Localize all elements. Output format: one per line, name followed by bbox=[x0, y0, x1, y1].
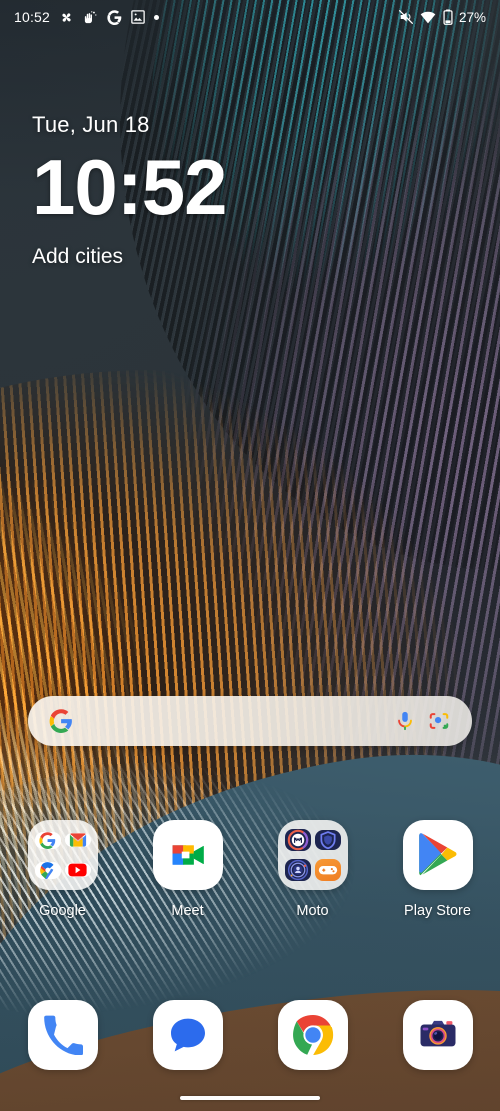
youtube-icon bbox=[64, 863, 91, 877]
app-folder-moto[interactable]: Moto bbox=[250, 820, 375, 919]
battery-percent-label: 27% bbox=[458, 9, 486, 25]
sparkle-hand-icon bbox=[83, 10, 98, 25]
microphone-icon[interactable] bbox=[388, 704, 422, 738]
folder-moto[interactable] bbox=[277, 820, 348, 890]
google-g-icon bbox=[44, 704, 78, 738]
dock bbox=[0, 1000, 500, 1070]
photo-icon bbox=[131, 10, 145, 24]
google-notification-icon bbox=[107, 9, 122, 25]
google-meet-icon[interactable] bbox=[152, 820, 223, 890]
add-cities-button[interactable]: Add cities bbox=[32, 245, 227, 269]
dock-app-phone[interactable] bbox=[0, 1000, 125, 1070]
chrome-icon[interactable] bbox=[277, 1000, 348, 1070]
status-bar-right: 27% bbox=[398, 9, 486, 25]
status-bar[interactable]: 10:52 27% bbox=[0, 0, 500, 34]
app-meet[interactable]: Meet bbox=[125, 820, 250, 919]
clock-widget[interactable]: Tue, Jun 18 10:52 Add cities bbox=[32, 112, 227, 269]
google-lens-icon[interactable] bbox=[422, 704, 456, 738]
volume-mute-icon bbox=[398, 9, 414, 25]
google-g-icon bbox=[34, 831, 61, 849]
app-grid: Google Meet Moto Play Store bbox=[0, 820, 500, 919]
folder-google[interactable] bbox=[27, 820, 98, 890]
google-search-bar[interactable] bbox=[28, 696, 472, 746]
app-label: Meet bbox=[171, 903, 204, 919]
gesture-bar[interactable] bbox=[180, 1096, 320, 1100]
camera-icon[interactable] bbox=[402, 1000, 473, 1070]
status-bar-clock: 10:52 bbox=[14, 9, 51, 25]
clock-widget-time: 10:52 bbox=[32, 143, 227, 231]
more-notifications-dot-icon bbox=[154, 14, 160, 20]
android-home-screen: 10:52 27% Tue, Jun 18 10:52 Add cities G… bbox=[0, 0, 500, 1111]
play-store-icon[interactable] bbox=[402, 820, 473, 890]
gmail-icon bbox=[64, 833, 91, 847]
pinwheel-icon bbox=[59, 10, 74, 25]
app-folder-google[interactable]: Google bbox=[0, 820, 125, 919]
app-label: Play Store bbox=[404, 903, 471, 919]
dock-app-camera[interactable] bbox=[375, 1000, 500, 1070]
clock-widget-date: Tue, Jun 18 bbox=[32, 112, 150, 137]
shield-icon bbox=[314, 830, 341, 850]
moto-logo-icon bbox=[284, 829, 311, 851]
wifi-icon bbox=[420, 9, 436, 25]
dock-app-messages[interactable] bbox=[125, 1000, 250, 1070]
app-label: Moto bbox=[296, 903, 329, 919]
google-maps-icon bbox=[34, 861, 61, 879]
account-circle-icon bbox=[284, 859, 311, 881]
app-play-store[interactable]: Play Store bbox=[375, 820, 500, 919]
messages-icon[interactable] bbox=[152, 1000, 223, 1070]
dock-app-chrome[interactable] bbox=[250, 1000, 375, 1070]
status-bar-left: 10:52 bbox=[14, 9, 160, 25]
game-controller-icon bbox=[314, 859, 341, 881]
battery-icon bbox=[442, 9, 454, 25]
phone-icon[interactable] bbox=[27, 1000, 98, 1070]
app-label: Google bbox=[39, 903, 86, 919]
